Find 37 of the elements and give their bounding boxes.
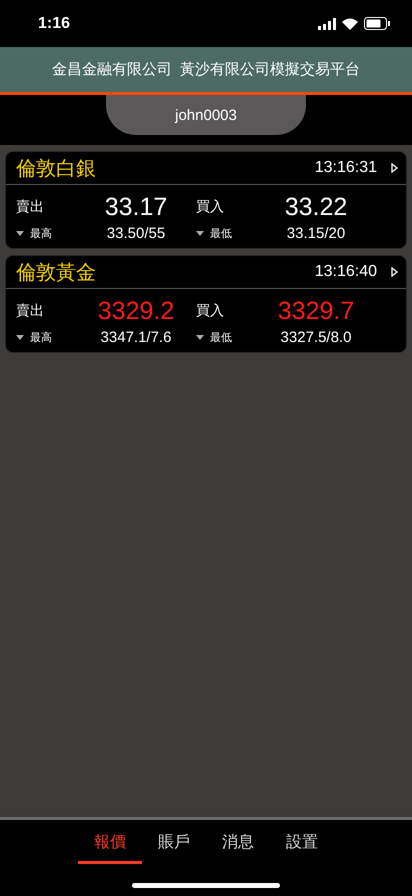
status-time: 1:16 bbox=[38, 14, 70, 32]
wifi-icon bbox=[342, 18, 358, 30]
header-title: 金昌金融有限公司 黃沙有限公司模擬交易平台 bbox=[52, 60, 360, 79]
quote-card[interactable]: 倫敦黃金 13:16:40 賣出 3329.2 買入 3329.7 最高 3347.1/7.6 最低 3327.5/8.0 bbox=[5, 255, 407, 353]
low-value: 3327.5/8.0 bbox=[280, 329, 352, 346]
product-name: 倫敦白銀 bbox=[16, 156, 97, 182]
caret-icon bbox=[16, 335, 24, 340]
nav-tab[interactable]: 報價 bbox=[78, 832, 142, 864]
play-icon[interactable] bbox=[391, 163, 398, 173]
sell-price: 3329.2 bbox=[96, 296, 176, 327]
sell-label: 賣出 bbox=[16, 302, 45, 320]
buy-label: 買入 bbox=[196, 198, 225, 216]
caret-icon bbox=[196, 231, 204, 236]
play-icon[interactable] bbox=[391, 267, 398, 277]
low-label: 最低 bbox=[210, 227, 232, 241]
nav-tab[interactable]: 賬戶 bbox=[142, 832, 206, 864]
quote-time: 13:16:31 bbox=[314, 159, 377, 177]
product-name: 倫敦黃金 bbox=[16, 260, 97, 286]
high-label: 最高 bbox=[30, 330, 52, 345]
battery-icon bbox=[364, 17, 390, 30]
high-label: 最高 bbox=[30, 226, 52, 241]
buy-price: 3329.7 bbox=[276, 296, 356, 327]
caret-icon bbox=[196, 335, 204, 340]
quote-card[interactable]: 倫敦白銀 13:16:31 賣出 33.17 買入 33.22 最高 33.50/55 最低 33.15/20 bbox=[5, 151, 407, 249]
nav-tab[interactable]: 消息 bbox=[206, 832, 270, 864]
buy-label: 買入 bbox=[196, 302, 225, 320]
nav-tab[interactable]: 設置 bbox=[270, 832, 334, 864]
signal-icon bbox=[318, 18, 336, 30]
low-value: 33.15/20 bbox=[286, 225, 346, 242]
quote-time: 13:16:40 bbox=[314, 263, 377, 281]
caret-icon bbox=[16, 231, 24, 236]
high-value: 3347.1/7.6 bbox=[100, 329, 172, 346]
sell-label: 賣出 bbox=[16, 198, 45, 216]
high-value: 33.50/55 bbox=[106, 225, 166, 242]
sell-price: 33.17 bbox=[104, 192, 168, 223]
low-label: 最低 bbox=[210, 331, 232, 345]
buy-price: 33.22 bbox=[284, 192, 348, 223]
